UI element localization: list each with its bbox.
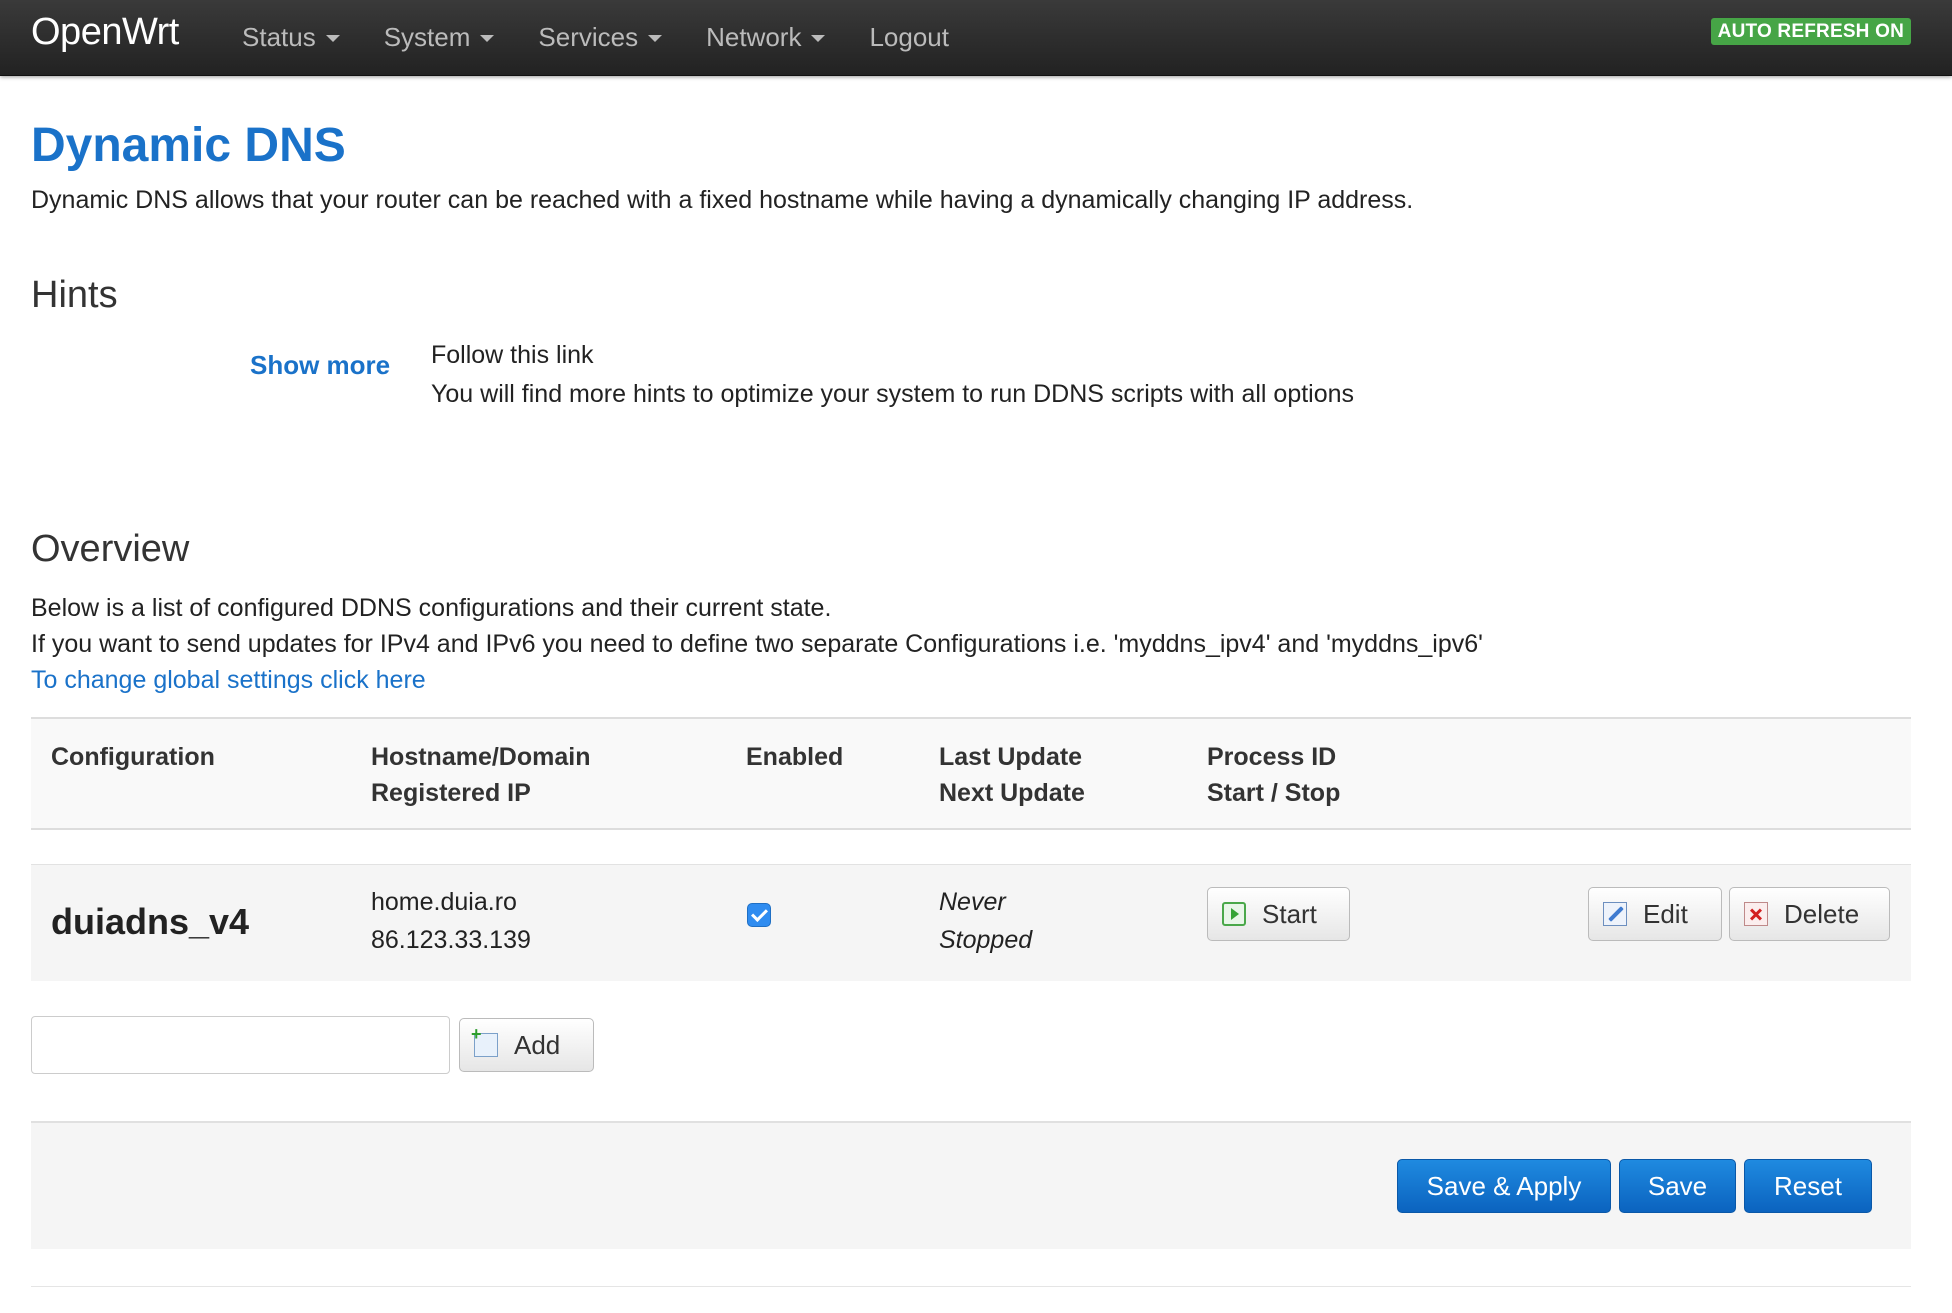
hints-heading: Hints bbox=[31, 274, 118, 316]
play-icon bbox=[1222, 902, 1246, 926]
menu-system[interactable]: System bbox=[384, 22, 495, 53]
header-process-id: Process ID bbox=[1207, 743, 1337, 771]
config-name: duiadns_v4 bbox=[51, 901, 250, 942]
main-menu: Status System Services Network Logout bbox=[242, 0, 993, 75]
reset-button[interactable]: Reset bbox=[1744, 1159, 1872, 1213]
row-next-update: Stopped bbox=[939, 926, 1033, 954]
page-description: Dynamic DNS allows that your router can … bbox=[31, 186, 1414, 214]
header-enabled: Enabled bbox=[746, 743, 844, 771]
overview-heading: Overview bbox=[31, 528, 190, 570]
header-configuration: Configuration bbox=[51, 743, 215, 771]
delete-button[interactable]: Delete bbox=[1729, 887, 1890, 941]
overview-text-2: If you want to send updates for IPv4 and… bbox=[31, 630, 1483, 658]
global-settings-link[interactable]: To change global settings click here bbox=[31, 666, 426, 695]
new-config-name-input[interactable] bbox=[31, 1016, 450, 1074]
show-more-link[interactable]: Show more bbox=[250, 350, 390, 381]
menu-services[interactable]: Services bbox=[538, 22, 663, 53]
top-navbar: OpenWrt Status System Services Network L… bbox=[0, 0, 1952, 76]
menu-network[interactable]: Network bbox=[706, 22, 826, 53]
edit-icon bbox=[1603, 902, 1627, 926]
row-registered-ip: 86.123.33.139 bbox=[371, 926, 531, 954]
hint-text-2: You will find more hints to optimize you… bbox=[431, 380, 1355, 408]
enabled-checkbox[interactable] bbox=[747, 903, 771, 927]
page-title: Dynamic DNS bbox=[31, 119, 346, 172]
header-next-update: Next Update bbox=[939, 779, 1085, 807]
save-apply-button[interactable]: Save & Apply bbox=[1397, 1159, 1611, 1213]
divider bbox=[31, 1286, 1911, 1287]
start-button[interactable]: Start bbox=[1207, 887, 1350, 941]
save-button[interactable]: Save bbox=[1619, 1159, 1736, 1213]
menu-status[interactable]: Status bbox=[242, 22, 340, 53]
header-start-stop: Start / Stop bbox=[1207, 779, 1341, 807]
row-hostname: home.duia.ro bbox=[371, 888, 517, 916]
form-actions: Save & Apply Save Reset bbox=[31, 1121, 1911, 1249]
overview-text-1: Below is a list of configured DDNS confi… bbox=[31, 594, 832, 622]
caret-down-icon bbox=[325, 35, 340, 42]
auto-refresh-badge[interactable]: AUTO REFRESH ON bbox=[1710, 18, 1911, 45]
header-registered-ip: Registered IP bbox=[371, 779, 531, 807]
table-row: duiadns_v4 home.duia.ro 86.123.33.139 Ne… bbox=[31, 864, 1911, 981]
edit-button[interactable]: Edit bbox=[1588, 887, 1722, 941]
table-header: Configuration Hostname/Domain Registered… bbox=[31, 717, 1911, 830]
caret-down-icon bbox=[648, 35, 663, 42]
row-last-update: Never bbox=[939, 888, 1006, 916]
hint-text-1: Follow this link bbox=[431, 341, 594, 369]
menu-logout[interactable]: Logout bbox=[869, 22, 949, 53]
add-button[interactable]: Add bbox=[459, 1018, 594, 1072]
caret-down-icon bbox=[811, 35, 826, 42]
header-last-update: Last Update bbox=[939, 743, 1083, 771]
brand-logo[interactable]: OpenWrt bbox=[31, 11, 179, 54]
caret-down-icon bbox=[480, 35, 495, 42]
add-icon bbox=[471, 1024, 498, 1057]
delete-icon bbox=[1744, 902, 1768, 926]
header-hostname: Hostname/Domain bbox=[371, 743, 591, 771]
